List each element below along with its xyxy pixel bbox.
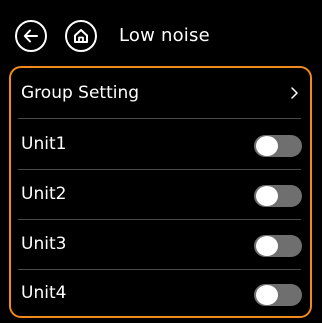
unit-row-4: Unit4	[11, 268, 310, 316]
back-button[interactable]	[15, 20, 47, 52]
unit2-toggle[interactable]	[254, 185, 302, 207]
unit-row-3: Unit3	[11, 219, 310, 269]
arrow-left-icon	[23, 29, 38, 43]
unit3-toggle[interactable]	[254, 235, 302, 257]
toggle-knob	[256, 236, 278, 256]
settings-panel: Group Setting Unit1 Unit2 Unit3 Unit4	[9, 66, 312, 318]
page-title: Low noise	[119, 25, 210, 46]
toggle-knob	[256, 285, 278, 305]
unit-label: Unit1	[21, 134, 67, 154]
home-icon	[74, 29, 88, 43]
unit4-toggle[interactable]	[254, 284, 302, 306]
header-bar: Low noise	[0, 0, 322, 66]
unit-row-1: Unit1	[11, 119, 310, 169]
chevron-right-icon	[291, 87, 298, 99]
unit-label: Unit4	[21, 283, 67, 303]
unit-row-2: Unit2	[11, 169, 310, 219]
unit-label: Unit2	[21, 184, 67, 204]
home-button[interactable]	[65, 20, 97, 52]
unit-label: Unit3	[21, 234, 67, 254]
unit1-toggle[interactable]	[254, 135, 302, 157]
toggle-knob	[256, 186, 278, 206]
group-setting-row[interactable]: Group Setting	[11, 68, 310, 118]
toggle-knob	[256, 136, 278, 156]
group-setting-label: Group Setting	[21, 83, 140, 103]
